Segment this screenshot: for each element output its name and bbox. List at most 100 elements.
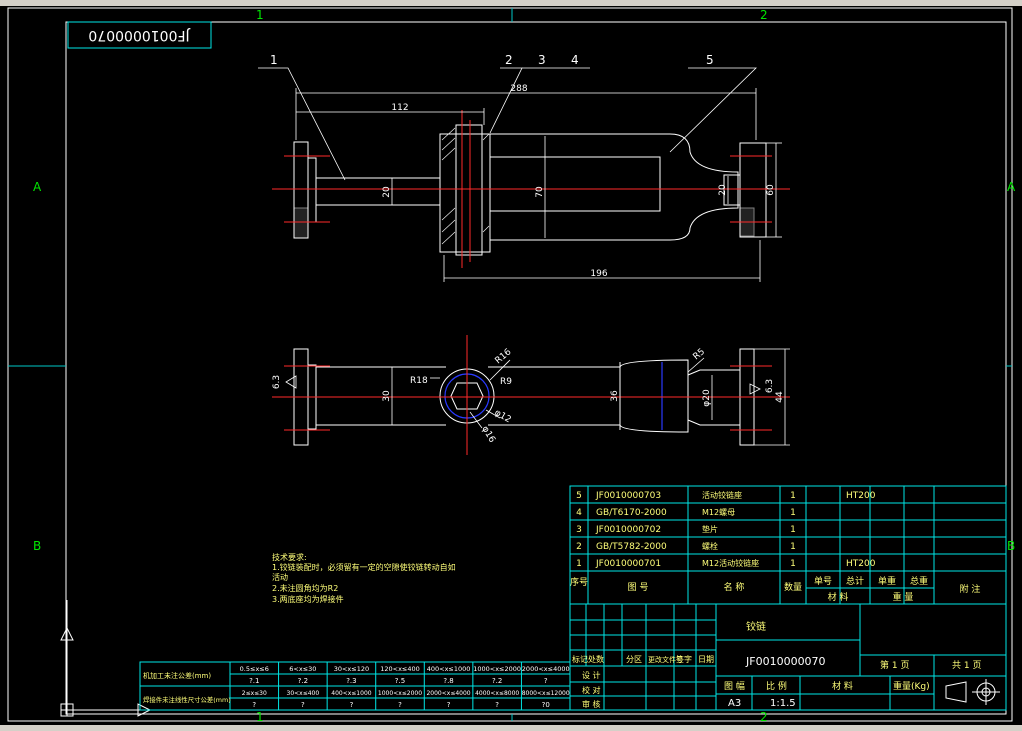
tol-row2-label: 焊接件未注线性尺寸公差(mm): [143, 695, 231, 704]
role-approve: 审 核: [582, 699, 601, 709]
bom-h-weight: 重 量: [893, 591, 914, 603]
window-top-strip: [0, 0, 1022, 6]
dim-20-left: 20: [382, 186, 392, 198]
front-view: 6.3 30 R18 R16 R9 φ12 φ16 36 R5 φ20 6.3 …: [272, 335, 790, 455]
balloon-4: 4: [571, 53, 579, 67]
dim-70: 70: [535, 186, 545, 198]
bom-row-material: HT200: [846, 491, 876, 501]
zone-col-2-top: 2: [760, 8, 768, 22]
cad-drawing-canvas: 1 2 1 2 A B A B JF0010000070 288 112 20 …: [0, 0, 1022, 731]
tol-row1-range: 2000<x≤4000: [522, 665, 570, 673]
balloon-2: 2: [505, 53, 513, 67]
tol-row2-value: ?0: [542, 701, 550, 709]
inner-frame: [65, 21, 1007, 715]
bom-row-no: 3: [576, 525, 582, 535]
sign-mark: 标记: [572, 654, 588, 664]
tech-note-1b: 活动: [272, 572, 288, 582]
tol-row1-range: 0.5≤x≤6: [240, 665, 269, 673]
sign-count: 处数: [588, 654, 604, 664]
bom-row-material: HT200: [846, 559, 876, 569]
tol-row2-range: 4000<x≤8000: [475, 690, 519, 697]
dim-ra-6-3-left: 6.3: [272, 375, 282, 389]
tol-row2-value: ?: [398, 701, 402, 709]
bom-row-no: 2: [576, 542, 582, 552]
bom-h-name: 名 称: [724, 581, 745, 593]
tech-notes-title: 技术要求:: [272, 552, 307, 562]
tol-row2-value: ?: [495, 701, 499, 709]
bom-row-qty: 1: [790, 508, 796, 518]
dim-r5: R5: [692, 347, 708, 362]
bom-row-qty: 1: [790, 559, 796, 569]
zone-col-1-bottom: 1: [256, 710, 264, 724]
zone-row-b-left: B: [33, 539, 41, 553]
bom-h-qty: 数量: [784, 581, 802, 593]
bom-h-single: 单号: [814, 575, 832, 587]
bom-row-name: 垫片: [702, 524, 718, 534]
total-sheets-label: 共 1 页: [952, 660, 981, 671]
bom-row-code: JF0010000703: [595, 491, 661, 501]
bom-h-total-w: 总重: [910, 575, 928, 587]
code-stamp: JF0010000070: [88, 27, 190, 43]
drawing-number: JF0010000070: [745, 655, 826, 668]
tol-row2-value: ?: [447, 701, 451, 709]
top-view: 288 112 20 70 20 60 196 1 2 3 4 5: [258, 53, 790, 282]
dim-112: 112: [391, 103, 408, 113]
bom-row-name: M12螺母: [702, 507, 735, 517]
dim-r16: R16: [494, 347, 514, 366]
bom-h-total: 总计: [846, 575, 864, 587]
bom-row-code: GB/T5782-2000: [596, 542, 667, 552]
ucs-icon: [60, 600, 152, 717]
dim-196: 196: [590, 269, 607, 279]
bom-row-code: JF0010000702: [595, 525, 661, 535]
tol-row2-range: 30<x≤400: [287, 690, 320, 697]
tech-note-2: 2.未注圆角均为R2: [272, 583, 338, 593]
bom-row-name: M12活动铰链座: [702, 558, 759, 568]
tol-row1-range: 6<x≤30: [289, 665, 316, 673]
zone-row-b-right: B: [1007, 539, 1015, 553]
role-design: 设 计: [582, 670, 601, 680]
scale-label: 比 例: [766, 680, 787, 692]
dim-phi20: φ20: [702, 389, 712, 407]
window-bottom-strip: [0, 725, 1022, 731]
format-value: A3: [728, 698, 741, 709]
weight-label: 重量(Kg): [893, 680, 930, 692]
zone-row-a-right: A: [1007, 180, 1016, 194]
tol-row2-value: ?: [252, 701, 256, 709]
outer-frame: [7, 7, 1013, 722]
bom-row-qty: 1: [790, 491, 796, 501]
bom-row-no: 1: [576, 559, 582, 569]
role-check: 校 对: [582, 685, 601, 695]
tol-row1-range: 400<x≤1000: [427, 665, 471, 673]
tol-row2-range: 2000<x≤4000: [426, 690, 470, 697]
bom-row-code: GB/T6170-2000: [596, 508, 667, 518]
material-label: 材 料: [832, 680, 853, 692]
tol-row1-range: 1000<x≤2000: [473, 665, 521, 673]
bom-row-name: 螺栓: [702, 541, 718, 551]
format-label: 图 幅: [724, 680, 745, 692]
zone-col-2-bottom: 2: [760, 710, 768, 724]
dim-phi12: φ12: [493, 408, 513, 425]
zone-col-1-top: 1: [256, 8, 264, 22]
tol-row1-value: ?: [544, 677, 548, 685]
tol-row1-value: ?.3: [346, 677, 356, 685]
scale-value: 1:1.5: [770, 698, 796, 709]
dim-44: 44: [775, 391, 785, 403]
tol-row1-range: 120<x≤400: [380, 665, 420, 673]
bom-h-unit-w: 单重: [878, 575, 896, 587]
tol-row1-range: 30<x≤120: [334, 665, 369, 673]
tol-row1-value: ?.1: [249, 677, 259, 685]
sheet-label: 第 1 页: [880, 659, 909, 671]
bom-row-no: 4: [576, 508, 582, 518]
tol-row2-range: 1000<x≤2000: [378, 690, 422, 697]
tol-row2-value: ?: [301, 701, 305, 709]
dim-ra-6-3-right: 6.3: [765, 379, 775, 393]
sign-zone: 分区: [626, 655, 642, 664]
part-name: 铰链: [746, 620, 766, 633]
tol-row2-range: 400<x≤1000: [331, 690, 372, 697]
bom-h-note: 附 注: [960, 583, 981, 595]
zone-row-a-left: A: [33, 180, 42, 194]
tech-note-3: 3.两底座均为焊接件: [272, 594, 344, 604]
balloon-1: 1: [270, 53, 278, 67]
dim-r9: R9: [500, 377, 512, 387]
bom-h-code: 图 号: [628, 582, 649, 593]
